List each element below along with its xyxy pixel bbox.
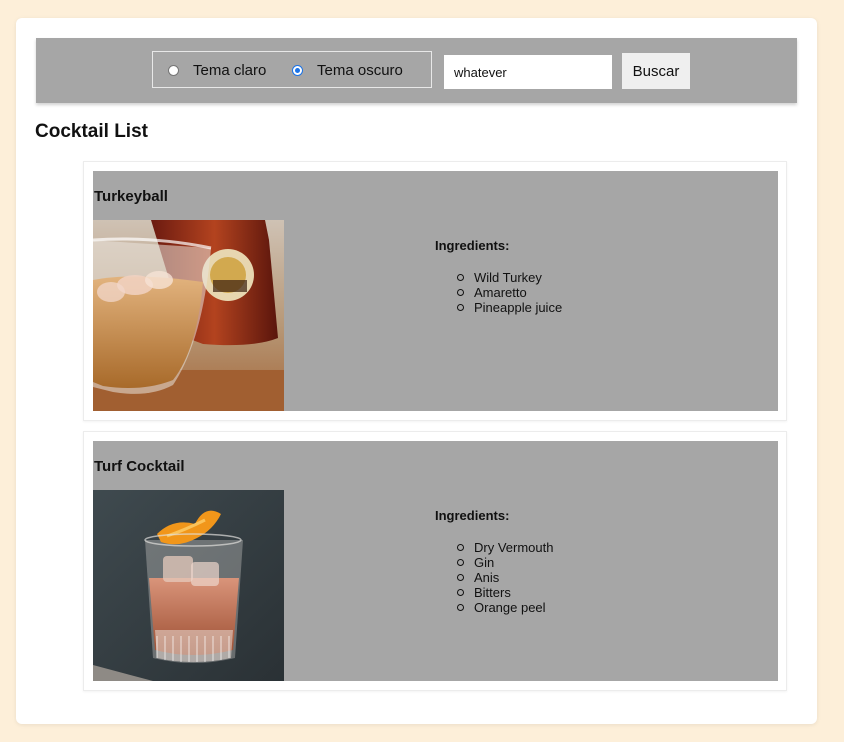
cocktail-photo: [93, 220, 284, 411]
cocktail-name: Turkeyball: [94, 188, 168, 205]
list-item: Orange peel: [455, 600, 553, 615]
list-item: Dry Vermouth: [455, 540, 553, 555]
list-item: Pineapple juice: [455, 300, 562, 315]
cocktail-photo-image: [93, 220, 284, 411]
cocktail-card: Turf Cocktail Ingredients: Dry Vermouth …: [83, 431, 787, 691]
cocktail-card-body: Turf Cocktail Ingredients: Dry Vermouth …: [93, 441, 778, 681]
list-item: Bitters: [455, 585, 553, 600]
theme-dark-radio[interactable]: [292, 65, 303, 76]
list-item: Amaretto: [455, 285, 562, 300]
theme-selector: Tema claro Tema oscuro: [152, 51, 432, 88]
theme-light-radio[interactable]: [168, 65, 179, 76]
theme-option-light[interactable]: Tema claro: [168, 52, 266, 89]
ingredient-list: Dry Vermouth Gin Anis Bitters Orange pee…: [455, 540, 553, 615]
page-card: Tema claro Tema oscuro Buscar Cocktail L…: [16, 18, 817, 724]
cocktail-card: Turkeyball Ingredients: Wild Turkey Amar…: [83, 161, 787, 421]
ingredients-label: Ingredients:: [435, 238, 510, 253]
search-button[interactable]: Buscar: [622, 53, 690, 89]
cocktail-name: Turf Cocktail: [94, 458, 185, 475]
toolbar: Tema claro Tema oscuro Buscar: [36, 38, 797, 103]
cocktail-photo-image: [93, 490, 284, 681]
ingredients-label: Ingredients:: [435, 508, 510, 523]
ingredient-list: Wild Turkey Amaretto Pineapple juice: [455, 270, 562, 315]
cocktail-card-body: Turkeyball Ingredients: Wild Turkey Amar…: [93, 171, 778, 411]
list-item: Wild Turkey: [455, 270, 562, 285]
theme-option-dark[interactable]: Tema oscuro: [292, 52, 403, 89]
cocktail-photo: [93, 490, 284, 681]
page-title: Cocktail List: [35, 121, 148, 142]
list-item: Gin: [455, 555, 553, 570]
search-input[interactable]: [444, 55, 612, 89]
theme-dark-label: Tema oscuro: [317, 62, 403, 79]
list-item: Anis: [455, 570, 553, 585]
theme-light-label: Tema claro: [193, 62, 267, 79]
